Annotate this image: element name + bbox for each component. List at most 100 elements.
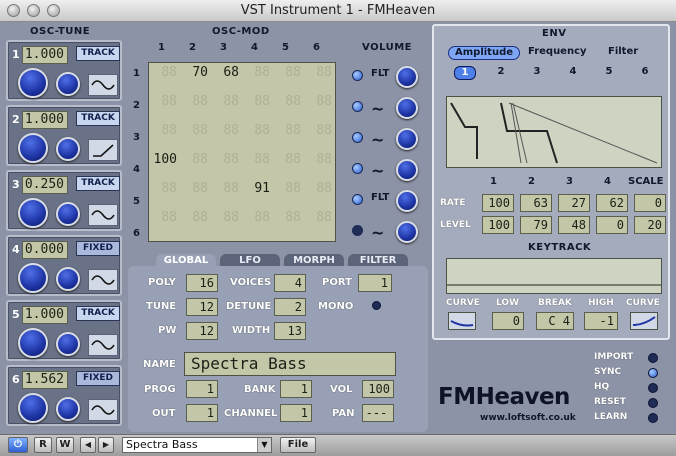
env-level-value[interactable]: 20 [634,216,666,234]
mod-cell[interactable]: 88 [151,94,177,109]
voices-value[interactable]: 4 [274,274,306,292]
vol-mode-label[interactable]: ~ [371,223,384,242]
volume-knob[interactable] [396,66,418,88]
power-button[interactable]: ⏻ [8,437,28,453]
tune-value[interactable]: 12 [186,298,218,316]
vol-led[interactable] [352,132,363,143]
mod-cell[interactable]: 70 [182,65,208,80]
poly-value[interactable]: 16 [186,274,218,292]
vol-led[interactable] [352,101,363,112]
mod-cell[interactable]: 88 [151,65,177,80]
read-button[interactable]: R [34,437,52,453]
osc-coarse-knob[interactable] [18,198,48,228]
osc-fine-knob[interactable] [56,72,80,96]
volume-knob[interactable] [396,97,418,119]
mod-cell[interactable]: 88 [213,152,239,167]
osc-mode-button[interactable]: TRACK [76,176,120,191]
detune-value[interactable]: 2 [274,298,306,316]
osc-coarse-knob[interactable] [18,328,48,358]
osc-mode-button[interactable]: TRACK [76,306,120,321]
osc-ratio-value[interactable]: 0.000 [22,241,68,259]
mod-cell[interactable]: 88 [151,210,177,225]
env-tab[interactable]: Frequency [522,46,593,60]
out-value[interactable]: 1 [186,404,218,422]
osc-coarse-knob[interactable] [18,68,48,98]
mod-cell[interactable]: 88 [213,210,239,225]
write-button[interactable]: W [56,437,74,453]
vol-value[interactable]: 100 [362,380,394,398]
osc-coarse-knob[interactable] [18,263,48,293]
mod-cell[interactable]: 88 [182,123,208,138]
mod-cell[interactable]: 88 [275,210,301,225]
mod-cell[interactable]: 88 [306,210,332,225]
preset-select[interactable]: Spectra Bass ▼ [122,437,272,453]
side-button[interactable] [648,413,658,423]
osc-mode-button[interactable]: TRACK [76,46,120,61]
mod-cell[interactable]: 88 [244,123,270,138]
mod-cell[interactable]: 88 [306,181,332,196]
osc-ratio-value[interactable]: 1.562 [22,371,68,389]
patch-name-field[interactable]: Spectra Bass [184,352,396,376]
mod-cell[interactable]: 88 [244,65,270,80]
curve-left-selector[interactable] [448,312,476,330]
osc-ratio-value[interactable]: 1.000 [22,306,68,324]
osc-wave-selector[interactable] [88,74,118,96]
mod-cell[interactable]: 88 [275,123,301,138]
pan-value[interactable]: --- [362,404,394,422]
mod-cell[interactable]: 88 [244,210,270,225]
env-level-value[interactable]: 100 [482,216,514,234]
low-value[interactable]: 0 [492,312,524,330]
mod-cell[interactable]: 100 [151,152,177,167]
env-level-value[interactable]: 79 [520,216,552,234]
osc-fine-knob[interactable] [56,397,80,421]
break-value[interactable]: C 4 [536,312,574,330]
osc-coarse-knob[interactable] [18,393,48,423]
mod-cell[interactable]: 91 [244,181,270,196]
prog-value[interactable]: 1 [186,380,218,398]
mod-cell[interactable]: 88 [182,152,208,167]
mod-cell[interactable]: 88 [213,181,239,196]
env-number-button[interactable]: 3 [526,66,548,80]
mod-cell[interactable]: 68 [213,65,239,80]
vol-led[interactable] [352,163,363,174]
osc-fine-knob[interactable] [56,202,80,226]
volume-knob[interactable] [396,159,418,181]
vol-mode-label[interactable]: FLT [371,68,389,79]
osc-ratio-value[interactable]: 0.250 [22,176,68,194]
channel-value[interactable]: 1 [280,404,312,422]
osc-fine-knob[interactable] [56,137,80,161]
mod-cell[interactable]: 88 [275,65,301,80]
curve-right-selector[interactable] [630,312,658,330]
vol-led[interactable] [352,225,363,236]
mod-cell[interactable]: 88 [306,123,332,138]
mod-cell[interactable]: 88 [213,123,239,138]
env-number-button[interactable]: 1 [454,66,476,80]
vol-led[interactable] [352,194,363,205]
osc-wave-selector[interactable] [88,139,118,161]
env-rate-value[interactable]: 0 [634,194,666,212]
side-button[interactable] [648,368,658,378]
env-rate-value[interactable]: 62 [596,194,628,212]
env-number-button[interactable]: 4 [562,66,584,80]
mod-cell[interactable]: 88 [151,181,177,196]
env-tab[interactable]: Filter [602,46,644,60]
side-button[interactable] [648,353,658,363]
next-preset-button[interactable]: ▶ [98,437,114,453]
vol-mode-label[interactable]: ~ [371,99,384,118]
width-value[interactable]: 13 [274,322,306,340]
env-tab[interactable]: Amplitude [448,46,521,60]
mono-led[interactable] [372,301,381,310]
side-button[interactable] [648,383,658,393]
mod-cell[interactable]: 88 [182,181,208,196]
mod-cell[interactable]: 88 [275,152,301,167]
osc-mode-button[interactable]: FIXED [76,241,120,256]
side-button[interactable] [648,398,658,408]
pw-value[interactable]: 12 [186,322,218,340]
vol-mode-label[interactable]: FLT [371,192,389,203]
env-rate-value[interactable]: 63 [520,194,552,212]
mod-cell[interactable]: 88 [275,181,301,196]
mod-cell[interactable]: 88 [182,210,208,225]
mod-cell[interactable]: 88 [213,94,239,109]
env-number-button[interactable]: 5 [598,66,620,80]
port-value[interactable]: 1 [358,274,392,292]
